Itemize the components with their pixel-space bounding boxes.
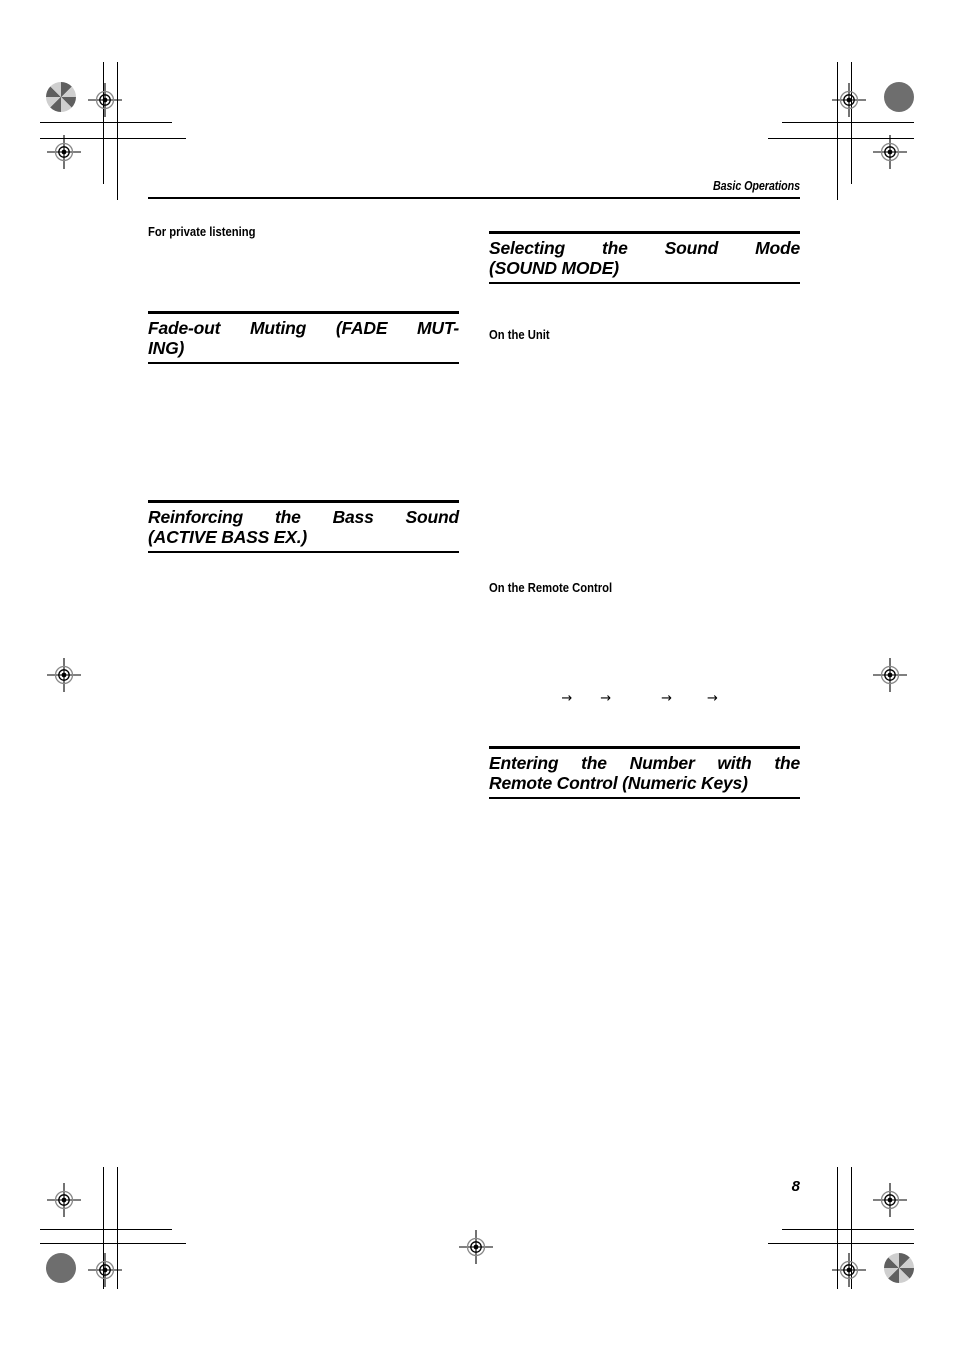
- page-content: Basic Operations For private listening F…: [148, 179, 800, 799]
- section-heading-text: Fade-out Muting (FADE MUT- ING): [148, 314, 459, 362]
- sub-heading-on-the-unit: On the Unit: [489, 327, 550, 342]
- printers-marks-layer: [0, 0, 954, 1351]
- registration-target: [47, 135, 81, 169]
- trim-mark: [851, 62, 852, 184]
- heading-rule-bottom: [148, 361, 459, 364]
- trim-mark: [40, 122, 172, 123]
- registration-target: [47, 1183, 81, 1217]
- heading-rule-bottom: [489, 796, 800, 799]
- section-heading-entering-number: Entering the Number with the Remote Cont…: [489, 745, 800, 799]
- running-head: Basic Operations: [712, 179, 800, 193]
- trim-mark: [768, 1243, 914, 1244]
- density-patch: [46, 1253, 76, 1283]
- heading-line-2: (SOUND MODE): [489, 258, 619, 279]
- density-patch: [884, 1253, 914, 1283]
- sound-mode-sequence-arrows: → → → →: [520, 679, 718, 718]
- trim-mark: [851, 1167, 852, 1289]
- density-patch: [884, 82, 914, 112]
- arrow-right-icon: →: [561, 690, 573, 706]
- document-page: Basic Operations For private listening F…: [0, 0, 954, 1351]
- section-heading-selecting-sound-mode: Selecting the Sound Mode (SOUND MODE): [489, 230, 800, 284]
- heading-line-1: Reinforcing the Bass Sound: [148, 506, 459, 527]
- trim-mark: [117, 1167, 118, 1289]
- section-heading-text: Reinforcing the Bass Sound (ACTIVE BASS …: [148, 503, 459, 551]
- heading-line-2: ING): [148, 338, 185, 359]
- sub-heading-for-private-listening: For private listening: [148, 224, 256, 239]
- page-number: 8: [791, 1178, 800, 1195]
- trim-mark: [103, 62, 104, 184]
- registration-target: [873, 1183, 907, 1217]
- heading-rule-bottom: [489, 281, 800, 284]
- trim-mark: [782, 1229, 914, 1230]
- heading-line-1: Entering the Number with the: [489, 752, 800, 773]
- trim-mark: [40, 1243, 186, 1244]
- arrow-right-icon: →: [600, 690, 612, 706]
- section-heading-text: Entering the Number with the Remote Cont…: [489, 749, 800, 797]
- trim-mark: [40, 1229, 172, 1230]
- trim-mark: [117, 62, 118, 200]
- heading-line-2: Remote Control (Numeric Keys): [489, 773, 748, 794]
- registration-target: [459, 1230, 493, 1264]
- sub-heading-on-the-remote-control: On the Remote Control: [489, 580, 613, 595]
- arrow-right-icon: →: [661, 690, 673, 706]
- registration-target: [873, 135, 907, 169]
- trim-mark: [837, 1167, 838, 1289]
- registration-target: [873, 658, 907, 692]
- registration-target: [47, 658, 81, 692]
- section-heading-reinforcing-bass: Reinforcing the Bass Sound (ACTIVE BASS …: [148, 499, 459, 553]
- heading-line-1: Selecting the Sound Mode: [489, 237, 800, 258]
- header-rule: [148, 196, 800, 199]
- registration-target: [832, 83, 866, 117]
- trim-mark: [837, 62, 838, 200]
- density-patch: [46, 82, 76, 112]
- heading-rule-bottom: [148, 550, 459, 553]
- trim-mark: [103, 1167, 104, 1289]
- section-heading-fade-out-muting: Fade-out Muting (FADE MUT- ING): [148, 310, 459, 364]
- trim-mark: [40, 138, 186, 139]
- arrow-right-icon: →: [707, 690, 718, 706]
- registration-target: [832, 1253, 866, 1287]
- registration-target: [88, 1253, 122, 1287]
- heading-line-2: (ACTIVE BASS EX.): [148, 527, 307, 548]
- section-heading-text: Selecting the Sound Mode (SOUND MODE): [489, 234, 800, 282]
- trim-mark: [768, 138, 914, 139]
- heading-line-1: Fade-out Muting (FADE MUT-: [148, 317, 459, 338]
- trim-mark: [782, 122, 914, 123]
- registration-target: [88, 83, 122, 117]
